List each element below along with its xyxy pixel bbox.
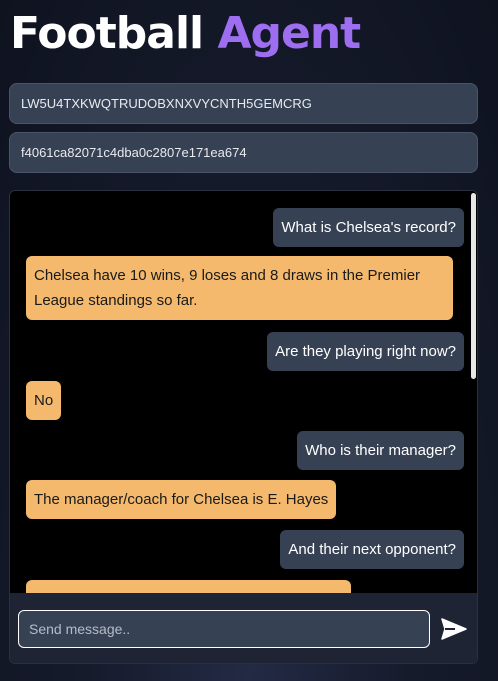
send-button[interactable]	[438, 614, 470, 644]
title-word-football: Football	[10, 8, 204, 59]
bot-message: No	[26, 381, 62, 420]
scrollbar-thumb[interactable]	[471, 193, 476, 379]
user-message: Are they playing right now?	[267, 332, 464, 371]
user-message: What is Chelsea's record?	[273, 208, 464, 247]
chat-panel: What is Chelsea's record? Chelsea have 1…	[9, 190, 478, 664]
user-message: And their next opponent?	[280, 530, 464, 569]
user-message: Who is their manager?	[297, 431, 464, 470]
bot-message: Chelsea have 10 wins, 9 loses and 8 draw…	[26, 256, 453, 320]
session-id-field[interactable]: f4061ca82071c4dba0c2807e171ea674	[9, 132, 478, 173]
api-key-field[interactable]: LW5U4TXKWQTRUDOBXNXVYCNTH5GEMCRG	[9, 83, 478, 124]
bot-message-partial	[26, 580, 351, 593]
title-word-agent: Agent	[217, 8, 361, 59]
football-agent-app: Football Agent LW5U4TXKWQTRUDOBXNXVYCNTH…	[0, 0, 498, 681]
app-title: Football Agent	[10, 6, 361, 62]
message-list[interactable]: What is Chelsea's record? Chelsea have 1…	[10, 191, 477, 593]
composer-bar	[10, 593, 477, 663]
message-input[interactable]	[18, 610, 430, 648]
send-arrow-icon	[441, 618, 467, 640]
bot-message: The manager/coach for Chelsea is E. Haye…	[26, 480, 337, 519]
